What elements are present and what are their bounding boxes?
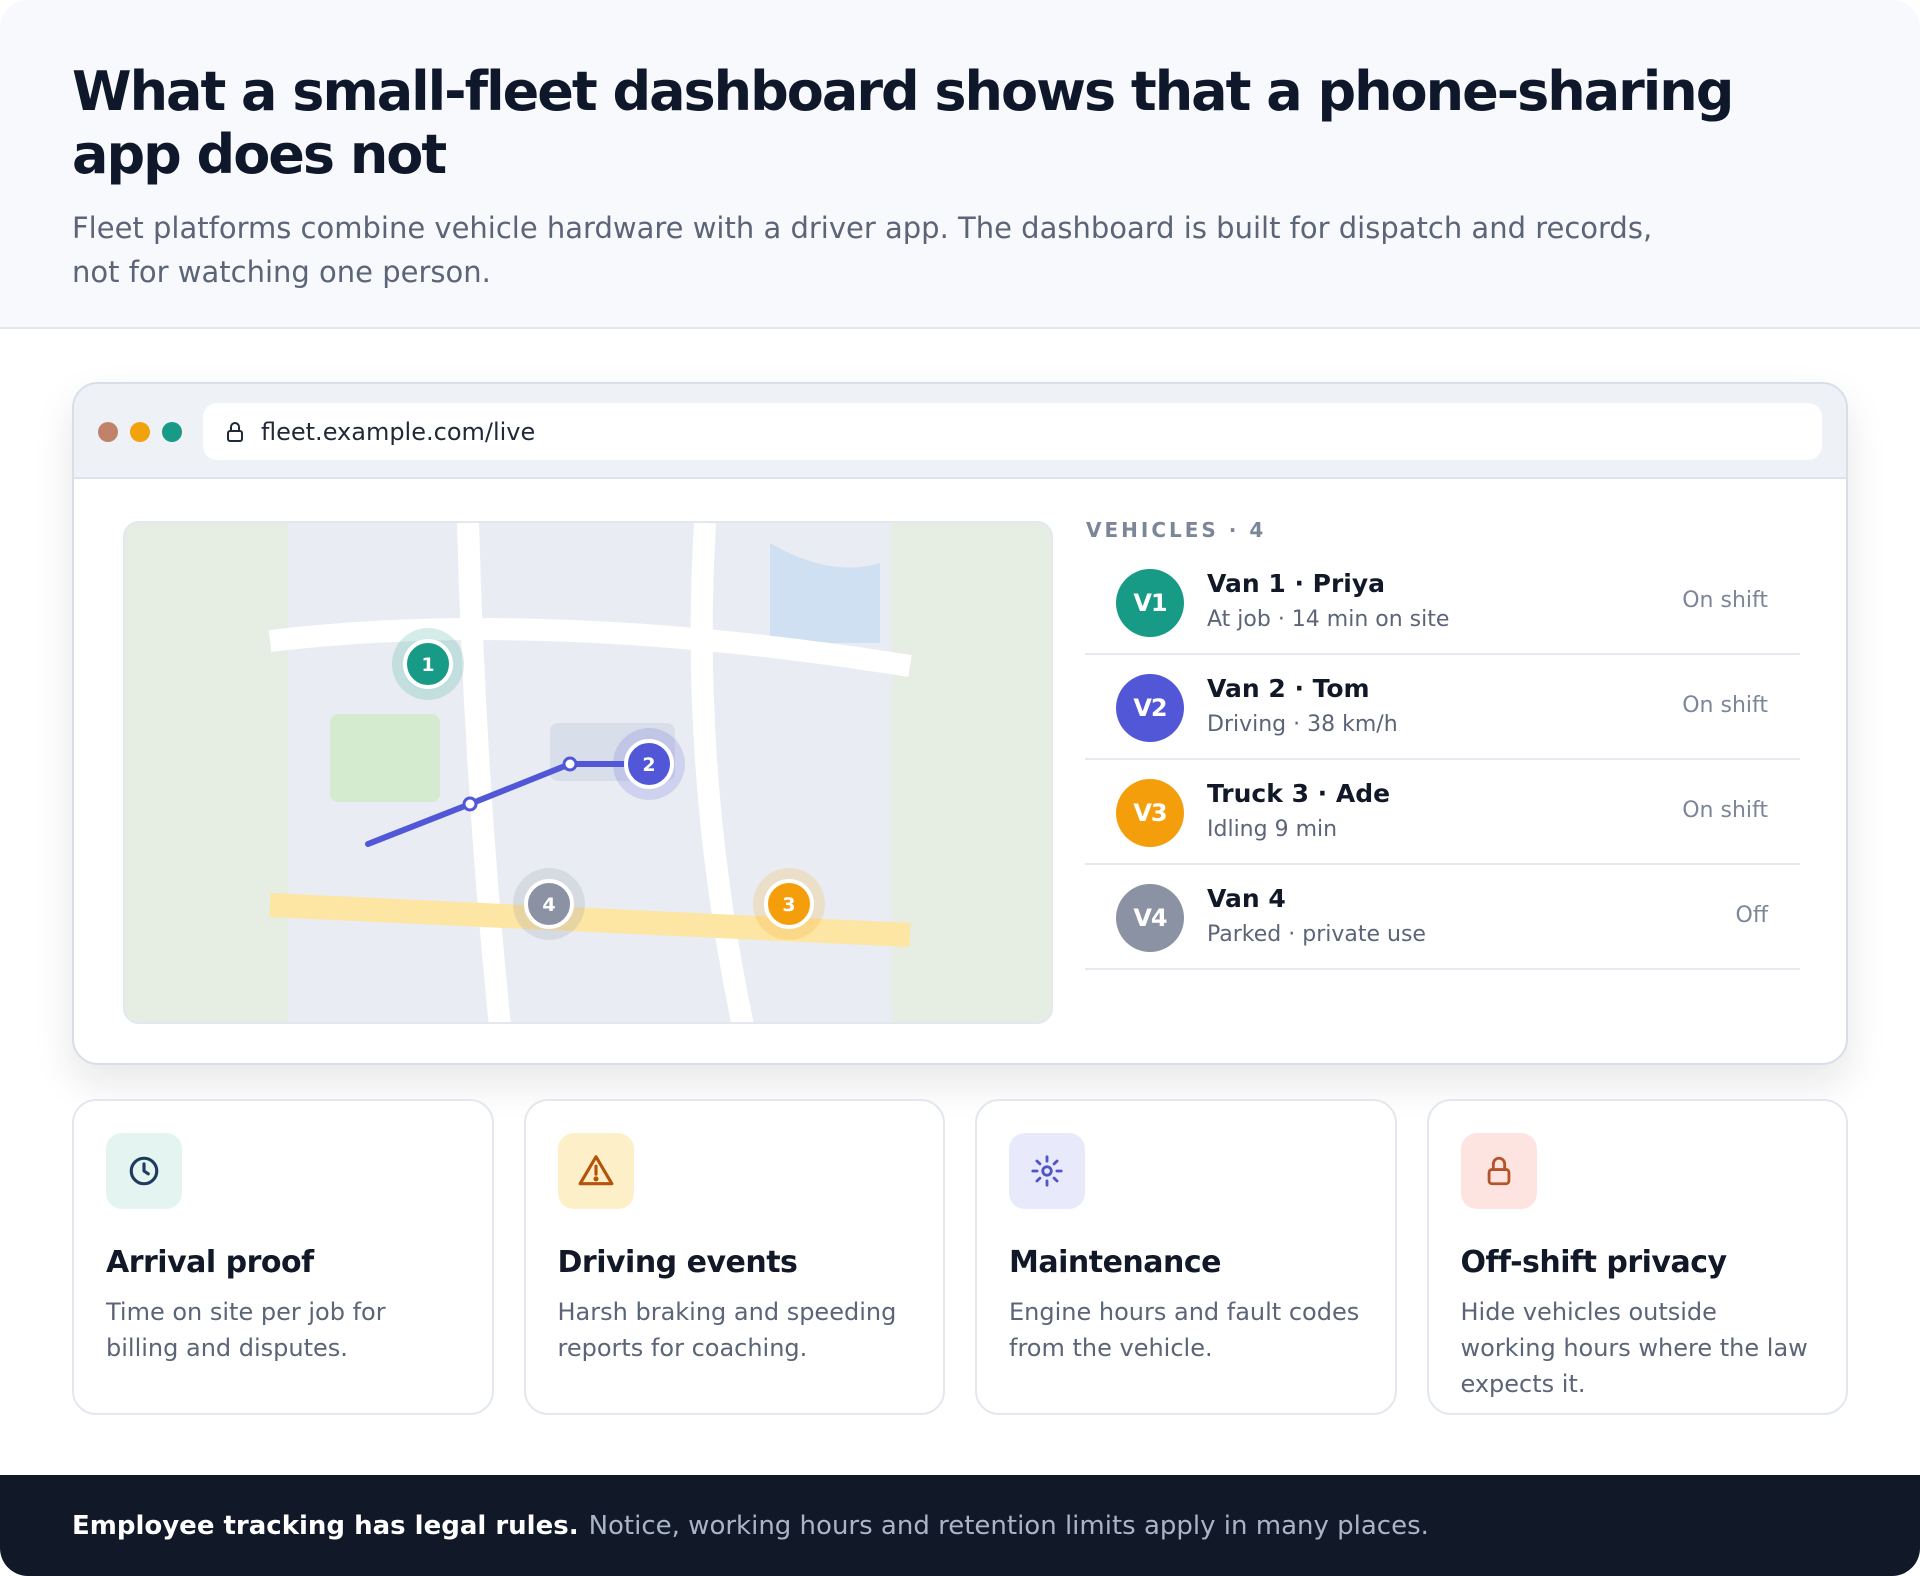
- page-subtitle: Fleet platforms combine vehicle hardware…: [72, 211, 1653, 289]
- window-minimize-dot[interactable]: [130, 422, 150, 442]
- vehicle-name: Truck 3 · Ade: [1207, 779, 1391, 808]
- browser-window: fleet.example.com/live 1 2 3 4 VEHICLES …: [72, 382, 1848, 1065]
- footer-note: Employee tracking has legal rules. Notic…: [0, 1475, 1920, 1576]
- vehicle-row-v3[interactable]: V3 Truck 3 · Ade Idling 9 min On shift: [1085, 760, 1800, 865]
- card-title: Maintenance: [1009, 1245, 1222, 1280]
- vehicle-avatar: V3: [1116, 779, 1184, 847]
- gear-icon: [1009, 1133, 1085, 1209]
- warning-icon: [557, 1133, 634, 1209]
- feature-cards: Arrival proof Time on site per job for b…: [72, 1099, 1848, 1415]
- vehicle-detail: Idling 9 min: [1207, 817, 1338, 842]
- vehicle-name: Van 1 · Priya: [1207, 569, 1386, 598]
- map-marker-1[interactable]: 1: [392, 628, 464, 700]
- page: What a small-fleet dashboard shows that …: [0, 0, 1920, 1576]
- route-waypoint: [462, 796, 478, 812]
- vehicle-row-v1[interactable]: V1 Van 1 · Priya At job · 14 min on site…: [1085, 550, 1800, 655]
- address-bar[interactable]: fleet.example.com/live: [203, 403, 1822, 460]
- footer-strong-text: Employee tracking has legal rules.: [72, 1510, 579, 1541]
- window-maximize-dot[interactable]: [162, 422, 182, 442]
- window-close-dot[interactable]: [98, 422, 118, 442]
- vehicle-list: V1 Van 1 · Priya At job · 14 min on site…: [1085, 550, 1800, 970]
- map-marker-4[interactable]: 4: [513, 868, 585, 940]
- vehicle-row-v2[interactable]: V2 Van 2 · Tom Driving · 38 km/h On shif…: [1085, 655, 1800, 760]
- vehicle-status: Off: [1735, 903, 1768, 928]
- card-text: Harsh braking and speeding reports for c…: [557, 1298, 897, 1362]
- lock-icon: [227, 421, 243, 442]
- lock-icon: [1460, 1133, 1537, 1209]
- card-driving-events: Driving events Harsh braking and speedin…: [523, 1099, 945, 1415]
- vehicles-heading: VEHICLES · 4: [1086, 518, 1267, 542]
- marker-label: 2: [642, 754, 655, 776]
- card-text: Hide vehicles outside working hours wher…: [1460, 1298, 1808, 1398]
- vehicle-name: Van 2 · Tom: [1207, 674, 1370, 703]
- card-off-shift-privacy: Off-shift privacy Hide vehicles outside …: [1426, 1099, 1848, 1415]
- card-title: Driving events: [557, 1245, 798, 1280]
- marker-label: 3: [782, 894, 795, 916]
- card-text: Time on site per job for billing and dis…: [106, 1298, 386, 1362]
- card-maintenance: Maintenance Engine hours and fault codes…: [975, 1099, 1397, 1415]
- map-canvas: 1 2 3 4: [125, 523, 1051, 1022]
- card-text: Engine hours and fault codes from the ve…: [1009, 1298, 1360, 1362]
- header: What a small-fleet dashboard shows that …: [0, 0, 1920, 329]
- vehicle-detail: At job · 14 min on site: [1207, 607, 1450, 632]
- map-green-block: [330, 714, 440, 802]
- marker-label: 4: [542, 894, 555, 916]
- map-marker-3[interactable]: 3: [753, 868, 825, 940]
- vehicle-row-v4[interactable]: V4 Van 4 Parked · private use Off: [1085, 865, 1800, 970]
- vehicle-avatar: V4: [1116, 884, 1184, 952]
- route-waypoint: [562, 756, 578, 772]
- url-text: fleet.example.com/live: [261, 417, 536, 446]
- map-marker-2[interactable]: 2: [613, 728, 685, 800]
- map-park-right: [892, 523, 1051, 1022]
- vehicle-status: On shift: [1682, 798, 1768, 823]
- browser-chrome: fleet.example.com/live: [74, 384, 1846, 479]
- card-title: Arrival proof: [106, 1245, 314, 1280]
- vehicle-detail: Parked · private use: [1207, 922, 1426, 947]
- vehicle-status: On shift: [1682, 693, 1768, 718]
- vehicle-avatar: V2: [1116, 674, 1184, 742]
- vehicle-detail: Driving · 38 km/h: [1207, 712, 1398, 737]
- live-map[interactable]: 1 2 3 4: [123, 521, 1053, 1024]
- vehicle-avatar: V1: [1116, 569, 1184, 637]
- map-park-left: [125, 523, 288, 1022]
- marker-label: 1: [421, 654, 434, 676]
- card-arrival-proof: Arrival proof Time on site per job for b…: [72, 1099, 494, 1415]
- footer-text: Notice, working hours and retention limi…: [588, 1510, 1429, 1541]
- clock-icon: [106, 1133, 182, 1209]
- page-title: What a small-fleet dashboard shows that …: [72, 60, 1734, 186]
- vehicle-status: On shift: [1682, 588, 1768, 613]
- card-title: Off-shift privacy: [1460, 1245, 1728, 1280]
- vehicle-name: Van 4: [1207, 884, 1286, 913]
